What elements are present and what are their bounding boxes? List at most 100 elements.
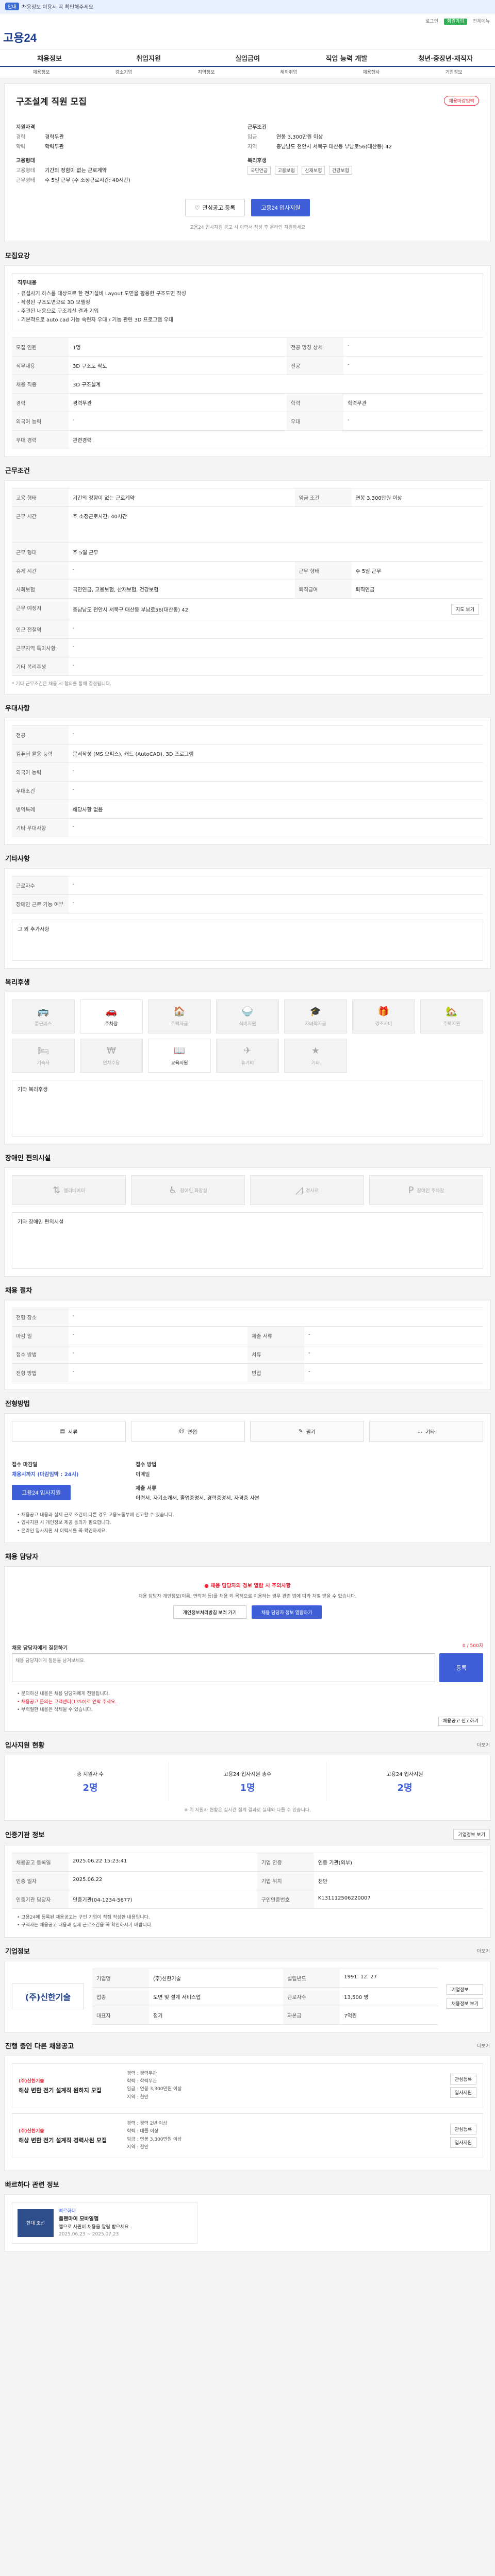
cell-key: 경력 (12, 393, 69, 412)
other-job-title[interactable]: 해상 변환 전기 설계직 원하지 모집 (19, 2086, 127, 2094)
bullet-line: • 온라인 입사지원 시 이력서를 꼭 확인하세요. (17, 1528, 107, 1534)
misc-desc-heading: 그 외 추가사항 (18, 927, 50, 933)
facility-tile: ◿ 경사로 (250, 1175, 364, 1205)
bookmark-button[interactable]: 관심등록 (450, 2124, 476, 2135)
recv-heading: 접수 마감일 (12, 1462, 38, 1468)
bullet-line: • 입사지원 시 개인정보 제공 동의가 필요합니다. (17, 1520, 111, 1526)
stats-more-link[interactable]: 더보기 (477, 1741, 490, 1748)
welfare-other-heading: 기타 복리후생 (18, 1087, 48, 1093)
table-row: 근무 시간 주 소정근로시간: 40시간 (12, 506, 483, 543)
cell-key: 우대 (286, 412, 343, 431)
method-document: ▤ 서류 (12, 1421, 126, 1442)
company-info-button[interactable]: 기업정보 보기 (453, 1829, 490, 1840)
gnb-item-unemployment-benefit[interactable]: 실업급여 (198, 53, 297, 63)
cell-value: - (69, 638, 483, 657)
qna-submit-button[interactable]: 등록 (439, 1653, 483, 1683)
dorm-icon: 🛏 (37, 1045, 50, 1056)
welfare-card: 🚌 통근버스 🚗 주차장 🏠 주택자금 🍚 식비지원 🎓 자녀학자금 🎁 경조사비 🏡 주택지원 🛏 기숙사 ₩… (4, 992, 491, 1144)
gnb-item-employment-support[interactable]: 취업지원 (99, 53, 198, 63)
cell-value: - (304, 1363, 483, 1382)
welfare-label: 경조사비 (375, 1022, 392, 1027)
facility-label: 경사로 (306, 1188, 319, 1194)
kv-key: 근무형태 (16, 178, 35, 183)
site-logo[interactable]: 고용24 (3, 29, 37, 45)
notice-text[interactable]: 채용정보 이용시 꼭 확인해주세요 (22, 3, 93, 10)
stats-note: ※ 위 지원자 현황은 실시간 집계 결과로 실제와 다를 수 있습니다. (184, 1808, 311, 1814)
subnav-item[interactable]: 채용정보 (0, 67, 82, 78)
gnb-item-youth[interactable]: 청년·중장년·재직자 (396, 53, 495, 63)
subnav-item[interactable]: 해외취업 (248, 67, 330, 78)
signup-link[interactable]: 회원가입 (443, 19, 467, 25)
recent-item[interactable]: 현대 조선 빠르하다 플랜마이 모바일앱 앱으로 사원이 채용을 알림 받으세요… (12, 2202, 197, 2244)
facility-label: 엘리베이터 (63, 1188, 85, 1194)
cell-key: 근로자수 (283, 1987, 340, 2006)
cell-value: - (69, 1363, 248, 1382)
recent-date: 2025.06.23 ~ 2025.07.23 (59, 2231, 119, 2237)
other-job-title[interactable]: 해상 변환 전기 설계직 경력사원 모집 (19, 2136, 127, 2144)
method-row: ▤ 서류 ☺ 면접 ✎ 필기 … 기타 (12, 1421, 483, 1442)
report-button[interactable]: 채용공고 신고하기 (438, 1717, 483, 1726)
company-jobs-button[interactable]: 채용정보 보기 (447, 1998, 483, 2009)
table-row: 외국어 능력 - (12, 762, 483, 782)
gnb-item-jobs[interactable]: 채용정보 (0, 53, 99, 63)
cell-key: 기업 위치 (257, 1871, 314, 1890)
summary-table: 모집 인원 1명 전공 명칭 상세 - 직무내용 3D 구조도 작도 전공 - 채용 직종 3… (12, 337, 483, 449)
stat-label: 고용24 입사지원 총수 (223, 1772, 272, 1778)
table-row: 마감 일 - 제출 서류 - (12, 1326, 483, 1345)
book-icon: 📖 (173, 1045, 186, 1056)
company-more-link[interactable]: 더보기 (477, 1947, 490, 1954)
contact-title: 채용 담당자 (5, 1553, 39, 1561)
all-menu-link[interactable]: 전체메뉴 (473, 19, 490, 24)
stats-card: 총 지원자 수 2명 고용24 입사지원 총수 1명 고용24 입사지원 2명 ※ 위… (4, 1755, 491, 1821)
qna-textarea[interactable] (12, 1653, 436, 1683)
save-job-button[interactable]: ♡ 관심공고 등록 (185, 199, 245, 216)
other-job-item[interactable]: (주)신한기술 해상 변환 전기 설계직 원하지 모집 경력 : 경력무관 학력… (12, 2063, 483, 2108)
others-more-link[interactable]: 더보기 (477, 2042, 490, 2049)
cell-value: - (69, 876, 483, 895)
kv-key: 학력 (16, 144, 26, 150)
cell-value: (주)신한기술 (149, 1968, 284, 1988)
subnav-item[interactable]: 지역정보 (165, 67, 248, 78)
method-label: 필기 (306, 1429, 316, 1435)
privacy-policy-button[interactable]: 개인정보처리방침 보러 가기 (173, 1605, 246, 1619)
info-title: 인증기관 정보 (5, 1832, 45, 1840)
parking-icon: 🚗 (105, 1006, 118, 1017)
plane-icon: ✈ (243, 1045, 252, 1056)
cell-value: 경력무관 (69, 393, 287, 412)
welfare-label: 자녀학자금 (305, 1022, 326, 1027)
map-button[interactable]: 지도 보기 (451, 604, 479, 615)
view-contact-button[interactable]: 채용 담당자 정보 열람하기 (251, 1605, 322, 1619)
facility-label: 장애인 화장실 (180, 1188, 207, 1194)
subnav-item[interactable]: 기업정보 (412, 67, 495, 78)
login-link[interactable]: 로그인 (425, 19, 438, 24)
subnav-item[interactable]: 채용행사 (330, 67, 412, 78)
cell-value: 주 소정근로시간: 40시간 (69, 506, 483, 543)
other-job-company: (주)신한기술 (19, 2078, 44, 2084)
cell-value: 관련경력 (69, 430, 483, 449)
save-job-label: 관심공고 등록 (202, 205, 236, 211)
recv-value: 채용시까지 (마감임박 : 24시) (12, 1472, 79, 1478)
cell-value: - (343, 337, 483, 357)
cell-value: - (69, 1345, 248, 1364)
extra-title: 우대사항 (5, 705, 30, 713)
gnb-item-skill-development[interactable]: 직업 능력 개발 (297, 53, 396, 63)
apply-small-button[interactable]: 입사지원 (450, 2087, 476, 2098)
table-row: 고용 형태 기간의 정함이 없는 근로계약 임금 조건 연봉 3,300만원 이상 (12, 488, 483, 507)
process-card: 전형 장소 - 마감 일 - 제출 서류 - 접수 방법 - 서류 - 전형 방법 - 면접 - (4, 1300, 491, 1390)
company-logo[interactable]: (주)신한기술 (12, 1984, 84, 2010)
facility-tile: ♿ 장애인 화장실 (131, 1175, 245, 1205)
recent-name: 플랜마이 모바일앱 (59, 2216, 99, 2222)
job-description: 직무내용 - 유설사기 하스를 대상으로 한 전기설비 Layout 도면을 활… (12, 273, 483, 330)
company-detail-button[interactable]: 기업정보 (447, 1984, 483, 1995)
others-card: (주)신한기술 해상 변환 전기 설계직 원하지 모집 경력 : 경력무관 학력… (4, 2055, 491, 2172)
misc-title: 기타사항 (5, 855, 30, 863)
apply-card: ▤ 서류 ☺ 면접 ✎ 필기 … 기타 접수 마감일 채용시까지 (마감임박 : 24시… (4, 1413, 491, 1543)
apply-small-button[interactable]: 입사지원 (450, 2137, 476, 2148)
cell-value: 문서작성 (MS 오피스), 캐드 (AutoCAD), 3D 프로그램 (69, 744, 483, 763)
bookmark-button[interactable]: 관심등록 (450, 2073, 476, 2084)
apply-button[interactable]: 고용24 입사지원 (251, 199, 310, 216)
method-other: … 기타 (369, 1421, 483, 1442)
subnav-item[interactable]: 강소기업 (82, 67, 165, 78)
other-job-item[interactable]: (주)신한기술 해상 변환 전기 설계직 경력사원 모집 경력 : 경력 2년 … (12, 2113, 483, 2159)
apply-button-2[interactable]: 고용24 입사지원 (12, 1485, 71, 1500)
